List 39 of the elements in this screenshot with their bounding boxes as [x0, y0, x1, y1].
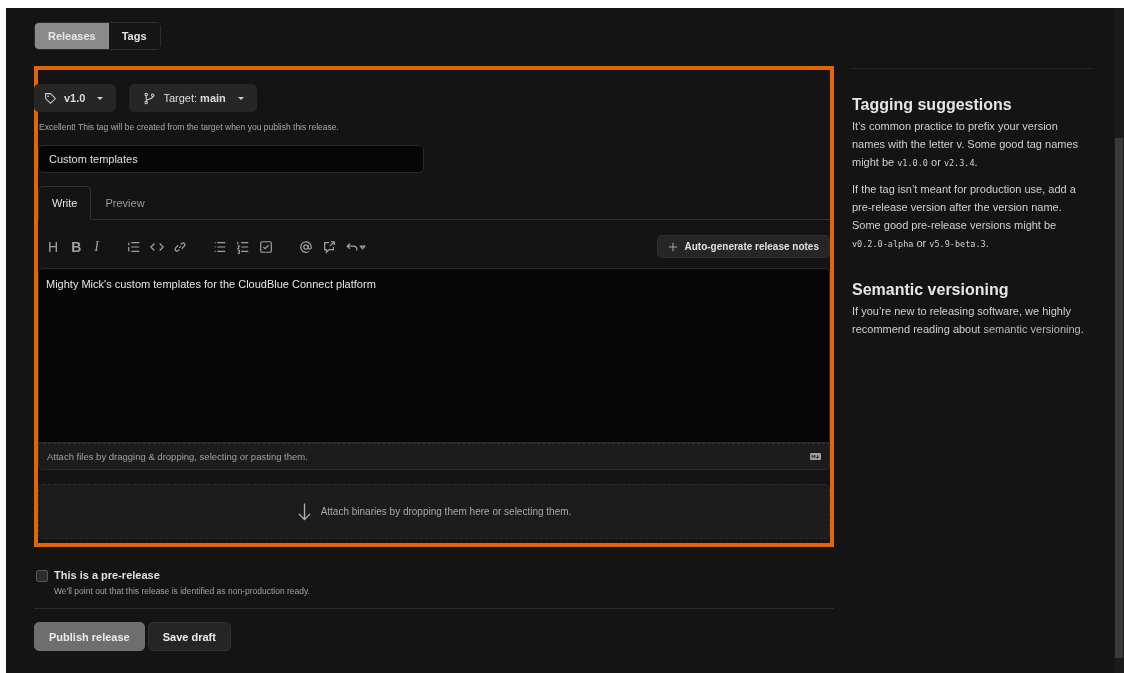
sidebar-heading: Semantic versioning	[852, 281, 1010, 299]
editor-tab[interactable]: Preview	[91, 186, 159, 220]
reference-icon[interactable]	[321, 239, 336, 254]
markdown-icon	[810, 453, 821, 460]
binaries-hint: Attach binaries by dropping them here or selecting them.	[320, 506, 572, 517]
down-arrow-icon	[296, 501, 312, 522]
tag-icon	[44, 91, 57, 105]
scrollbar[interactable]	[1114, 8, 1124, 673]
semantic-versioning-link[interactable]: semantic versioning	[983, 323, 1081, 335]
title-field[interactable]: Custom templates	[38, 145, 424, 173]
editor-tab[interactable]: Write	[38, 186, 92, 220]
sidebar-paragraph: If the tag isn’t meant for production use, add a pre-release version after the version name. Some good pre-release versions might be v0.2.0-alpha or v5.9-beta.3.	[852, 182, 1077, 251]
format-button[interactable]: I	[92, 238, 101, 255]
bullet-list-icon[interactable]	[212, 239, 227, 254]
checkbox-description: We'll point out that this release is identified as non-production ready.	[54, 586, 310, 596]
sidebar-heading: Tagging suggestions	[852, 96, 1013, 114]
tag-hint: Excellent! This tag will be created from the target when you publish this release.	[39, 122, 340, 132]
tag-dropdown[interactable]: v1.0	[34, 84, 117, 112]
save-draft-button[interactable]: Save draft	[147, 622, 231, 651]
publish-button[interactable]: Publish release	[34, 622, 145, 651]
task-list-icon[interactable]	[258, 239, 273, 254]
mention-icon[interactable]	[298, 239, 313, 254]
binaries-drop-zone[interactable]: Attach binaries by dropping them here or selecting them.	[38, 484, 830, 539]
attach-hint: Attach files by dragging & dropping, selecting or pasting them.	[47, 451, 308, 462]
branch-icon	[143, 91, 157, 105]
sidebar-paragraph: If you’re new to releasing software, we highly recommend reading about semantic versioning.	[852, 304, 1085, 337]
numbered-list-icon[interactable]	[235, 239, 250, 254]
checkbox-label[interactable]: This is a pre-release	[54, 569, 310, 581]
format-button[interactable]: H	[46, 238, 61, 255]
checkbox[interactable]	[36, 570, 48, 582]
format-button[interactable]: B	[69, 238, 84, 255]
caret-icon	[236, 94, 245, 102]
sidebar-paragraph: It’s common practice to prefix your version names with the letter v. Some good tag names might be v1.0.0 or v2.3.4.	[852, 119, 1080, 170]
target-dropdown[interactable]: Target: main	[129, 84, 257, 112]
auto-generate-button[interactable]: Auto-generate release notes	[656, 235, 830, 258]
description-field[interactable]: Mighty Mick's custom templates for the CloudBlue Connect platform	[38, 268, 830, 443]
link-icon[interactable]	[172, 239, 187, 254]
plus-icon	[667, 241, 678, 252]
caret-icon	[96, 94, 105, 102]
